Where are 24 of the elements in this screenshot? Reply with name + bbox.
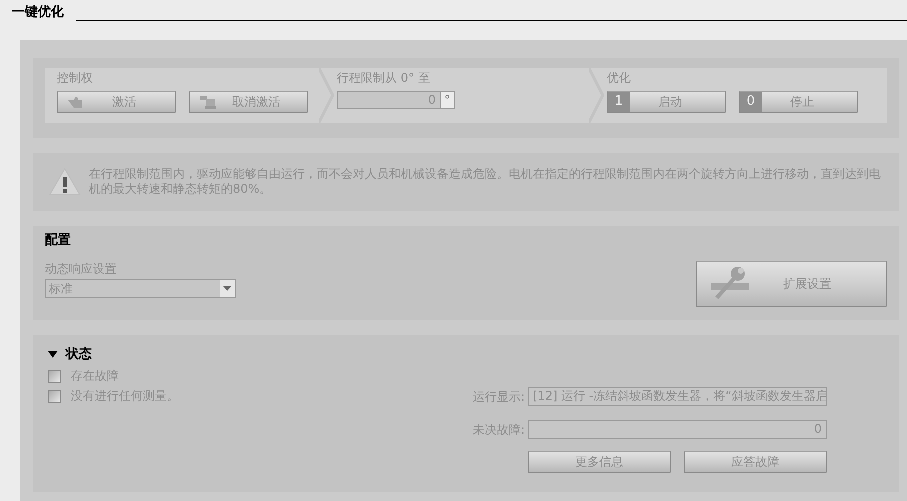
status-field[interactable]: 0 [528,420,827,439]
wrench-ruler-icon [709,266,749,302]
step-label: 优化 [607,70,632,86]
status-button[interactable]: 应答故障 [684,451,827,473]
number-icon: 0 [740,92,762,112]
step-button[interactable]: 1 启动 [607,91,726,113]
status-button[interactable]: 更多信息 [528,451,671,473]
step-button[interactable]: 激活 [57,91,176,113]
step-label: 控制权 [57,70,94,86]
number-icon: 1 [608,92,630,112]
collapse-triangle-icon[interactable] [48,351,58,359]
dynamic-response-dropdown[interactable]: 标准 [45,279,236,298]
unit-label: ° [441,91,455,109]
checkbox[interactable] [48,390,61,402]
checkbox[interactable] [48,370,61,382]
extended-settings-button[interactable]: 扩展设置 [696,261,887,307]
section-title: 状态 [66,346,92,364]
warning-icon [49,168,81,196]
page-title: 一键优化 [12,4,65,22]
step-label: 行程限制从 0° 至 [337,70,432,86]
step-button[interactable]: 取消激活 [189,91,308,113]
step-button[interactable]: 0 停止 [739,91,858,113]
section-title: 配置 [45,232,72,250]
limit-field[interactable]: 0 [337,91,441,109]
